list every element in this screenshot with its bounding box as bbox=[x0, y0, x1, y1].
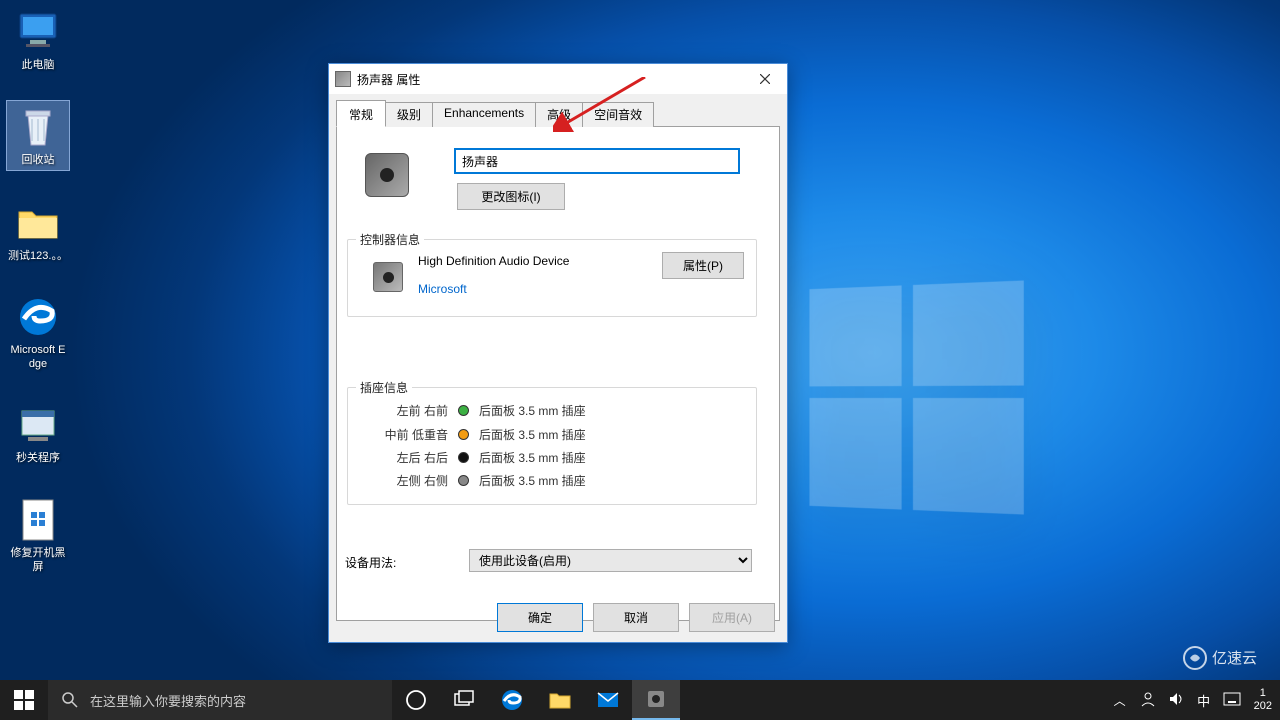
jack-info-group: 插座信息 左前 右前 后面板 3.5 mm 插座 中前 低重音 后面板 3.5 … bbox=[347, 387, 757, 505]
jack-row: 中前 低重音 后面板 3.5 mm 插座 bbox=[370, 426, 586, 443]
titlebar[interactable]: 扬声器 属性 bbox=[329, 64, 787, 94]
tab-advanced[interactable]: 高级 bbox=[535, 102, 583, 127]
search-placeholder: 在这里输入你要搜索的内容 bbox=[90, 691, 246, 710]
desktop-icons-column: 此电脑 回收站 测试123.。。 Microsoft Edge 秒关程序 修复开… bbox=[6, 6, 86, 602]
device-usage-label: 设备用法: bbox=[345, 554, 396, 571]
jack-desc: 后面板 3.5 mm 插座 bbox=[479, 402, 586, 419]
jack-desc: 后面板 3.5 mm 插座 bbox=[479, 472, 586, 489]
controller-vendor-link[interactable]: Microsoft bbox=[418, 282, 467, 296]
taskbar-app-edge[interactable] bbox=[488, 680, 536, 720]
controller-properties-button[interactable]: 属性(P) bbox=[662, 252, 744, 279]
tray-keyboard-icon[interactable] bbox=[1218, 692, 1246, 709]
jack-desc: 后面板 3.5 mm 插座 bbox=[479, 426, 586, 443]
controller-name: High Definition Audio Device bbox=[418, 254, 569, 268]
tray-clock[interactable]: 1 202 bbox=[1246, 683, 1280, 717]
jack-color-indicator-icon bbox=[458, 475, 469, 486]
general-panel: 更改图标(I) 控制器信息 High Definition Audio Devi… bbox=[336, 126, 780, 621]
apply-button[interactable]: 应用(A) bbox=[689, 603, 775, 632]
search-input[interactable]: 在这里输入你要搜索的内容 bbox=[48, 680, 392, 720]
task-view-button[interactable] bbox=[440, 680, 488, 720]
desktop-icon-label: 此电脑 bbox=[8, 58, 68, 72]
tab-levels[interactable]: 级别 bbox=[385, 102, 433, 127]
desktop-icon-label: Microsoft Edge bbox=[8, 343, 68, 372]
change-icon-button[interactable]: 更改图标(I) bbox=[457, 183, 565, 210]
desktop-icon-label: 秒关程序 bbox=[8, 451, 68, 465]
clock-time: 1 bbox=[1254, 687, 1272, 700]
cortana-button[interactable] bbox=[392, 680, 440, 720]
speaker-app-icon bbox=[644, 687, 668, 711]
device-icon bbox=[365, 153, 409, 197]
mail-icon bbox=[596, 688, 620, 712]
jack-label: 中前 低重音 bbox=[370, 426, 448, 443]
tray-volume-icon[interactable] bbox=[1162, 691, 1190, 710]
folder-icon bbox=[548, 688, 572, 712]
dialog-buttons: 确定 取消 应用(A) bbox=[497, 603, 775, 632]
jack-label: 左后 右后 bbox=[370, 449, 448, 466]
tab-spatial[interactable]: 空间音效 bbox=[582, 102, 654, 127]
tab-enhancements[interactable]: Enhancements bbox=[432, 102, 536, 127]
jack-row: 左前 右前 后面板 3.5 mm 插座 bbox=[370, 402, 586, 419]
taskbar-app-mail[interactable] bbox=[584, 680, 632, 720]
tab-general[interactable]: 常规 bbox=[336, 100, 386, 127]
windows-icon bbox=[12, 688, 36, 712]
jack-color-indicator-icon bbox=[458, 405, 469, 416]
jack-legend: 插座信息 bbox=[356, 379, 412, 396]
watermark-logo: 亿速云 bbox=[1180, 643, 1276, 678]
close-icon bbox=[760, 74, 770, 84]
desktop-icon-this-pc[interactable]: 此电脑 bbox=[6, 6, 70, 74]
taskbar: 在这里输入你要搜索的内容 ︿ 中 1 202 bbox=[0, 680, 1280, 720]
tray-ime-indicator[interactable]: 中 bbox=[1190, 691, 1218, 710]
jack-row: 左后 右后 后面板 3.5 mm 插座 bbox=[370, 449, 586, 466]
windows-logo bbox=[809, 280, 1023, 514]
start-button[interactable] bbox=[0, 680, 48, 720]
desktop-icon-recycle-bin[interactable]: 回收站 bbox=[6, 100, 70, 170]
jack-label: 左侧 右侧 bbox=[370, 472, 448, 489]
circle-icon bbox=[404, 688, 428, 712]
edge-icon bbox=[500, 688, 524, 712]
clock-date: 202 bbox=[1254, 700, 1272, 713]
taskbar-app-sound[interactable] bbox=[632, 680, 680, 720]
desktop-icon-app1[interactable]: 秒关程序 bbox=[6, 399, 70, 467]
taskbar-app-explorer[interactable] bbox=[536, 680, 584, 720]
device-name-input[interactable] bbox=[455, 149, 739, 173]
task-view-icon bbox=[452, 688, 476, 712]
tray-chevron-up-icon[interactable]: ︿ bbox=[1106, 692, 1134, 709]
desktop-icon-label: 测试123.。。 bbox=[8, 249, 68, 263]
desktop-icon-label: 回收站 bbox=[9, 153, 67, 167]
jack-desc: 后面板 3.5 mm 插座 bbox=[479, 449, 586, 466]
cancel-button[interactable]: 取消 bbox=[593, 603, 679, 632]
controller-legend: 控制器信息 bbox=[356, 231, 424, 248]
desktop-icon-app2[interactable]: 修复开机黑屏 bbox=[6, 494, 70, 577]
system-tray: ︿ 中 1 202 bbox=[1106, 680, 1280, 720]
tray-people-icon[interactable] bbox=[1134, 691, 1162, 710]
search-icon bbox=[62, 692, 78, 708]
ok-button[interactable]: 确定 bbox=[497, 603, 583, 632]
jack-color-indicator-icon bbox=[458, 452, 469, 463]
tab-strip: 常规 级别 Enhancements 高级 空间音效 bbox=[336, 102, 780, 127]
jack-label: 左前 右前 bbox=[370, 402, 448, 419]
desktop-icon-label: 修复开机黑屏 bbox=[8, 546, 68, 575]
desktop-icon-folder[interactable]: 测试123.。。 bbox=[6, 197, 70, 265]
controller-icon bbox=[373, 262, 403, 292]
controller-info-group: 控制器信息 High Definition Audio Device Micro… bbox=[347, 239, 757, 317]
window-title: 扬声器 属性 bbox=[357, 71, 743, 88]
device-usage-select[interactable]: 使用此设备(启用) bbox=[469, 549, 752, 572]
speaker-properties-dialog: 扬声器 属性 常规 级别 Enhancements 高级 空间音效 更改图标(I… bbox=[328, 63, 788, 643]
jack-row: 左侧 右侧 后面板 3.5 mm 插座 bbox=[370, 472, 586, 489]
speaker-icon bbox=[335, 71, 351, 87]
svg-text:亿速云: 亿速云 bbox=[1212, 650, 1257, 667]
close-button[interactable] bbox=[743, 64, 787, 94]
jack-color-indicator-icon bbox=[458, 429, 469, 440]
desktop-icon-edge[interactable]: Microsoft Edge bbox=[6, 291, 70, 374]
